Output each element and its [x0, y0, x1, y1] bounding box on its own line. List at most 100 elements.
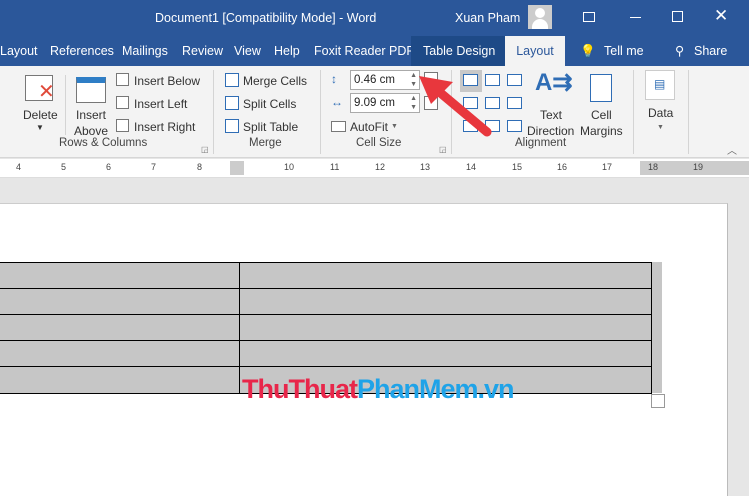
ruler-tick: 7	[151, 162, 157, 172]
cell-margins-icon	[590, 74, 612, 102]
text-direction-button[interactable]: Text	[540, 108, 562, 122]
ruler-tick: 18	[648, 162, 659, 172]
row-height-value: 0.46 cm	[354, 74, 395, 86]
insert-left-button[interactable]: Insert Left	[134, 97, 187, 111]
dialog-launcher-icon[interactable]: ◲	[439, 145, 447, 154]
tab-table-design[interactable]: Table Design	[411, 36, 505, 66]
tab-view[interactable]: View	[234, 36, 261, 66]
red-arrow-annotation	[419, 76, 492, 137]
split-cells-icon	[225, 96, 239, 110]
tab-mailings[interactable]: Mailings	[122, 36, 168, 66]
maximize-button[interactable]	[672, 11, 683, 22]
ruler-tick: 5	[61, 162, 67, 172]
user-icon: ⚲	[675, 44, 685, 58]
delete-table-icon: ✕	[25, 75, 55, 102]
group-label-rows-columns: Rows & Columns	[59, 137, 148, 149]
split-cells-button[interactable]: Split Cells	[243, 97, 296, 111]
table-cell[interactable]	[0, 262, 240, 289]
merge-cells-button[interactable]: Merge Cells	[243, 74, 307, 88]
column-width-input[interactable]: 9.09 cm ▲ ▼	[350, 93, 420, 113]
ribbon-tabs: Layout References Mailings Review View H…	[0, 36, 749, 66]
ruler-tick: 10	[284, 162, 295, 172]
group-label-cell-size: Cell Size	[356, 137, 402, 149]
insert-above-button[interactable]: Insert	[76, 108, 106, 122]
ruler-tick: 15	[512, 162, 523, 172]
table-resize-handle[interactable]	[651, 394, 665, 408]
table-cell[interactable]	[0, 314, 240, 341]
column-width-value: 9.09 cm	[354, 97, 395, 109]
insert-above-label: Above	[74, 124, 109, 138]
tab-review[interactable]: Review	[182, 36, 223, 66]
delete-button[interactable]: Delete	[23, 108, 58, 122]
tab-foxit[interactable]: Foxit Reader PDF	[314, 36, 414, 66]
tab-layout-page[interactable]: Layout	[0, 36, 38, 66]
autofit-icon	[331, 121, 346, 132]
table-cell[interactable]	[0, 366, 240, 394]
ruler-tick: 11	[330, 162, 340, 172]
insert-right-button[interactable]: Insert Right	[134, 120, 195, 134]
table-cell[interactable]	[239, 288, 652, 315]
close-button[interactable]: ✕	[714, 6, 728, 26]
chevron-down-icon: ▼	[657, 124, 664, 131]
watermark-part1: ThuThuat	[242, 374, 358, 404]
text-direction-label: Direction	[527, 124, 575, 138]
tab-references[interactable]: References	[50, 36, 114, 66]
table-cell[interactable]	[0, 340, 240, 367]
insert-right-icon	[116, 119, 129, 132]
ruler-tick: 19	[693, 162, 704, 172]
table-cell[interactable]	[0, 288, 240, 315]
row-height-input[interactable]: 0.46 cm ▲ ▼	[350, 70, 420, 90]
text-direction-icon: A⇉	[535, 69, 573, 96]
ruler-tick: 6	[106, 162, 112, 172]
merge-cells-icon	[225, 73, 239, 87]
tell-me[interactable]: Tell me	[604, 36, 644, 66]
vertical-scrollbar[interactable]	[733, 178, 749, 496]
split-table-icon	[225, 119, 239, 133]
align-center-right-icon[interactable]	[507, 97, 522, 109]
cell-margins-label: Margins	[580, 124, 623, 138]
watermark: ThuThuatPhanMem.vn	[242, 374, 515, 405]
insert-below-button[interactable]: Insert Below	[134, 74, 200, 88]
horizontal-ruler[interactable]: 4 5 6 7 8 10 11 12 13 14 15 16 17 18 19	[0, 159, 749, 178]
align-top-right-icon[interactable]	[507, 74, 522, 86]
ruler-tick: 4	[16, 162, 22, 172]
group-label-alignment: Alignment	[515, 137, 567, 149]
split-table-button[interactable]: Split Table	[243, 120, 298, 134]
autofit-button[interactable]: AutoFit	[350, 120, 388, 134]
cell-margins-button[interactable]: Cell	[591, 108, 612, 122]
title-bar: Document1 [Compatibility Mode] - Word Xu…	[0, 0, 749, 36]
data-button[interactable]: Data	[648, 106, 673, 120]
ruler-tick: 17	[602, 162, 613, 172]
row-height-icon: ↕	[331, 72, 337, 86]
ribbon-display-icon[interactable]	[583, 12, 595, 22]
row-end-markers	[652, 262, 662, 393]
dialog-launcher-icon[interactable]: ◲	[201, 145, 209, 154]
chevron-down-icon: ▼	[391, 123, 398, 130]
insert-left-icon	[116, 96, 129, 109]
tab-table-layout[interactable]: Layout	[505, 36, 565, 66]
align-bottom-right-icon[interactable]	[507, 120, 522, 132]
group-label-merge: Merge	[249, 137, 282, 149]
ruler-tick: 13	[420, 162, 431, 172]
lightbulb-icon: 💡	[580, 44, 596, 58]
table-cell[interactable]	[239, 340, 652, 367]
ruler-tick: 12	[375, 162, 386, 172]
tab-help[interactable]: Help	[274, 36, 300, 66]
minimize-button[interactable]	[630, 17, 641, 18]
table-cell[interactable]	[239, 262, 652, 289]
collapse-ribbon-icon[interactable]: ︿	[727, 142, 737, 157]
data-icon: ▤	[645, 70, 675, 100]
ruler-tick: 14	[466, 162, 477, 172]
column-width-icon: ↔	[331, 95, 343, 109]
watermark-part2: PhanMem.vn	[356, 374, 515, 404]
user-name[interactable]: Xuan Pham	[455, 11, 520, 25]
window-title: Document1 [Compatibility Mode] - Word	[155, 11, 377, 25]
insert-above-icon	[76, 77, 106, 103]
ruler-tick: 8	[197, 162, 203, 172]
table-cell[interactable]	[239, 314, 652, 341]
ruler-tick: 16	[557, 162, 568, 172]
avatar[interactable]	[528, 5, 552, 29]
share-button[interactable]: Share	[694, 36, 727, 66]
insert-below-icon	[116, 73, 129, 86]
chevron-down-icon: ▼	[36, 123, 44, 132]
